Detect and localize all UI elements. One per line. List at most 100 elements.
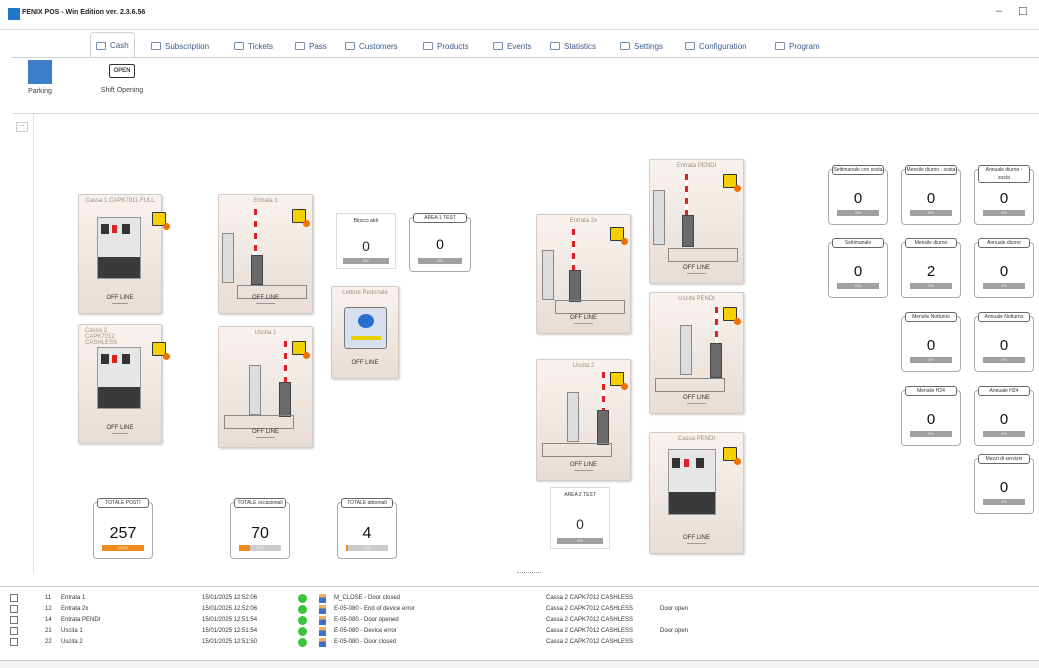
barrier-housing-icon bbox=[682, 215, 694, 247]
list-item[interactable]: 22 Uscita 2 bbox=[10, 637, 83, 647]
checkbox[interactable] bbox=[10, 616, 18, 624]
tab-program[interactable]: Program bbox=[770, 36, 825, 56]
counter-annuale-notturno[interactable]: Annuale Notturno 0 0% bbox=[974, 312, 1034, 372]
status-green-icon bbox=[298, 637, 307, 647]
kiosk-icon bbox=[567, 392, 579, 442]
list-item[interactable]: 11 Entrata 1 bbox=[10, 593, 85, 603]
table-row[interactable]: 15/01/2025 12:51:50 E-05-080 - Door close… bbox=[202, 637, 660, 647]
tab-configuration[interactable]: Configuration bbox=[680, 36, 752, 56]
device-card-entrata1[interactable]: Entrata 1 OFF LINE bbox=[218, 194, 313, 314]
minimize-button[interactable]: – bbox=[996, 5, 1002, 17]
counter-bar: 0% bbox=[837, 283, 879, 289]
maximize-button[interactable]: ☐ bbox=[1018, 5, 1028, 18]
tab-subscription[interactable]: Subscription bbox=[146, 36, 214, 56]
shift-opening-button[interactable]: OPEN Shift Opening bbox=[92, 57, 152, 94]
barrier-housing-icon bbox=[569, 270, 581, 302]
alert-icon bbox=[723, 174, 741, 192]
device-card-lettore-pedonale[interactable]: Lettore Pedonale OFF LINE bbox=[331, 286, 399, 379]
counter-blocco-abb[interactable]: Blocco abb 0 0% bbox=[336, 213, 396, 269]
table-row[interactable]: 15/01/2025 12:51:54 E-05-080 - Door opene… bbox=[202, 615, 660, 625]
tab-customers[interactable]: Customers bbox=[340, 36, 403, 56]
list-item[interactable]: 12 Entrata 2x bbox=[10, 604, 88, 614]
table-row[interactable]: 15/01/2025 12:51:54 E-05-080 - Device err… bbox=[202, 626, 688, 636]
device-card-uscita-pendi[interactable]: Uscita PENDI OFF LINE bbox=[649, 292, 744, 414]
counter-totale-posti[interactable]: TOTALE POSTI 257 100% bbox=[93, 498, 153, 559]
tab-pass[interactable]: Pass bbox=[290, 36, 332, 56]
pay-station-icon bbox=[97, 347, 141, 409]
main-tabs: Cash Subscription Tickets Pass Customers… bbox=[0, 30, 1039, 58]
device-card-entrata2x[interactable]: Entrata 2x OFF LINE bbox=[536, 214, 631, 334]
counter-area1[interactable]: AREA 1 TEST 0 0% bbox=[409, 213, 471, 272]
counter-totale-abbonati[interactable]: TOTALE abbonati 4 4% bbox=[337, 498, 397, 559]
alert-icon bbox=[723, 447, 741, 465]
counter-mensile-notturno[interactable]: Mensile Notturno 0 0% bbox=[901, 312, 961, 372]
counter-settimanale-sosta[interactable]: Settimanale con sosta 0 0% bbox=[828, 165, 888, 225]
alert-icon bbox=[152, 212, 170, 230]
counter-mensile-diurno[interactable]: Mensile diurno 2 2% bbox=[901, 238, 961, 298]
counter-bar: 100% bbox=[102, 545, 144, 551]
counter-annuale-diurno-sosta[interactable]: Annuale diurno - sosta 0 0% bbox=[974, 165, 1034, 225]
device-card-cassa-pendi[interactable]: Cassa PENDI OFF LINE bbox=[649, 432, 744, 554]
event-log-panel: 11 Entrata 1 12 Entrata 2x 14 Entrata PENDI… bbox=[0, 586, 1039, 668]
statistics-icon bbox=[550, 42, 560, 50]
device-card-uscita1[interactable]: Uscita 1 OFF LINE bbox=[218, 326, 313, 448]
device-card-cassa1[interactable]: Cassa 1 CAPK7011 FULL OFF LINE bbox=[78, 194, 170, 314]
products-icon bbox=[423, 42, 433, 50]
alert-icon bbox=[610, 227, 628, 245]
counter-mensile-h24[interactable]: Mensile H24 0 0% bbox=[901, 386, 961, 446]
counter-mensile-diurno-sosta[interactable]: Mensile diurno - sosta 0 0% bbox=[901, 165, 961, 225]
kiosk-icon bbox=[222, 233, 234, 283]
counter-bar: 2% bbox=[910, 283, 952, 289]
status-green-icon bbox=[298, 626, 307, 636]
table-row[interactable]: 15/01/2025 12:52:06 M_CLOSE - Door closed… bbox=[202, 593, 660, 603]
badge-reader-icon bbox=[344, 307, 387, 349]
user-icon bbox=[319, 637, 326, 647]
counter-bar: 0% bbox=[418, 258, 462, 264]
list-item[interactable]: 21 Uscita 1 bbox=[10, 626, 83, 636]
counter-bar: 0% bbox=[910, 210, 952, 216]
counter-annuale-diurno[interactable]: Annuale diurno 0 0% bbox=[974, 238, 1034, 298]
tab-events[interactable]: Events bbox=[488, 36, 536, 56]
checkbox[interactable] bbox=[10, 594, 18, 602]
parking-icon bbox=[28, 60, 52, 84]
checkbox[interactable] bbox=[10, 605, 18, 613]
side-panel-strip: − bbox=[12, 114, 34, 574]
tab-tickets[interactable]: Tickets bbox=[229, 36, 278, 56]
checkbox[interactable] bbox=[10, 627, 18, 635]
kiosk-icon bbox=[680, 325, 692, 375]
counter-mezzi-servizio[interactable]: Mezzi di servizio 0 0% bbox=[974, 454, 1034, 514]
status-bar bbox=[0, 660, 1039, 668]
pay-station-icon bbox=[97, 217, 141, 279]
alert-icon bbox=[152, 342, 170, 360]
ticket-icon bbox=[234, 42, 244, 50]
tab-statistics[interactable]: Statistics bbox=[545, 36, 601, 56]
device-card-entrata-pendi[interactable]: Entrata PENDI OFF LINE bbox=[649, 159, 744, 284]
program-icon bbox=[775, 42, 785, 50]
title-bar: FENIX POS - Win Edition ver. 2.3.6.56 – … bbox=[0, 0, 1039, 30]
counter-bar: 0% bbox=[343, 258, 389, 264]
tab-products[interactable]: Products bbox=[418, 36, 474, 56]
cash-register-icon bbox=[96, 41, 106, 50]
subscription-icon bbox=[151, 42, 161, 50]
counter-area2[interactable]: AREA 2 TEST 0 0% bbox=[550, 487, 610, 549]
tab-cash[interactable]: Cash bbox=[90, 32, 135, 58]
checkbox[interactable] bbox=[10, 638, 18, 646]
device-card-uscita2[interactable]: Uscita 2 OFF LINE bbox=[536, 359, 631, 481]
status-green-icon bbox=[298, 604, 307, 614]
counter-bar: 0% bbox=[557, 538, 603, 544]
open-sign-icon: OPEN bbox=[109, 64, 135, 78]
splitter-handle[interactable] bbox=[517, 572, 541, 574]
table-row[interactable]: 15/01/2025 12:52:06 E-05-080 - End of dev… bbox=[202, 604, 688, 614]
alert-icon bbox=[292, 341, 310, 359]
user-icon bbox=[319, 626, 326, 636]
collapse-toggle[interactable]: − bbox=[16, 122, 28, 132]
tab-settings[interactable]: Settings bbox=[615, 36, 668, 56]
counter-settimanale[interactable]: Settimanale 0 0% bbox=[828, 238, 888, 298]
kiosk-icon bbox=[542, 250, 554, 300]
counter-bar: 0% bbox=[983, 283, 1025, 289]
parking-button[interactable]: Parking bbox=[16, 52, 64, 112]
list-item[interactable]: 14 Entrata PENDI bbox=[10, 615, 100, 625]
counter-annuale-h24[interactable]: Annuale H24 0 0% bbox=[974, 386, 1034, 446]
counter-totale-occasionali[interactable]: TOTALE occasionali 70 27% bbox=[230, 498, 290, 559]
device-card-cassa2[interactable]: Cassa 2 CAPK7012 CASHLESS OFF LINE bbox=[78, 324, 170, 444]
